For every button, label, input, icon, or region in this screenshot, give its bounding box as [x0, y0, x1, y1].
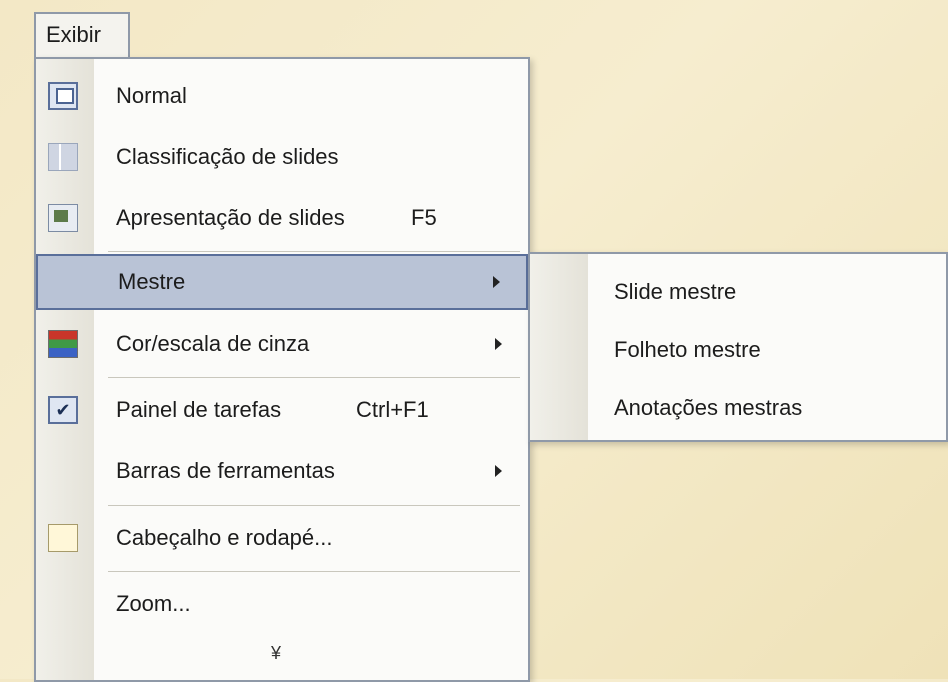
normal-view-icon: [48, 82, 78, 110]
submenu-item-label: Anotações mestras: [614, 395, 803, 420]
menu-expand-button[interactable]: ¥: [36, 633, 528, 673]
submenu-item-slide-mestre[interactable]: Slide mestre: [530, 262, 946, 322]
submenu-arrow-icon: [493, 276, 500, 288]
checkmark-icon: ✔: [48, 396, 78, 424]
menu-item-slide-show[interactable]: Apresentação de slides F5: [36, 189, 528, 247]
menu-item-label: Mestre: [118, 269, 186, 294]
slide-show-icon: [48, 204, 78, 232]
menu-item-label: Barras de ferramentas: [116, 458, 335, 483]
menu-item-label: Painel de tarefas: [116, 397, 282, 422]
menu-separator: [108, 251, 520, 252]
color-grayscale-icon: [48, 330, 78, 358]
menu-item-label: Cabeçalho e rodapé...: [116, 525, 333, 550]
menu-separator: [108, 377, 520, 378]
menu-item-toolbars[interactable]: Barras de ferramentas: [36, 442, 528, 500]
menu-item-task-pane[interactable]: ✔ Painel de tarefas Ctrl+F1: [36, 381, 528, 439]
menu-item-label: Apresentação de slides: [116, 205, 345, 230]
menu-exibir-tab[interactable]: Exibir: [34, 12, 130, 58]
menu-item-shortcut: Ctrl+F1: [356, 397, 429, 422]
menu-item-zoom[interactable]: Zoom...: [36, 575, 528, 633]
menu-item-normal[interactable]: Normal: [36, 67, 528, 125]
menu-item-color-grayscale[interactable]: Cor/escala de cinza: [36, 315, 528, 373]
menu-item-label: Normal: [116, 83, 187, 108]
expand-chevron-icon: ¥: [271, 643, 282, 663]
menu-item-mestre[interactable]: Mestre: [36, 254, 528, 310]
menu-separator: [108, 571, 520, 572]
submenu-arrow-icon: [495, 338, 502, 350]
submenu-item-folheto-mestre[interactable]: Folheto mestre: [530, 320, 946, 380]
submenu-item-label: Slide mestre: [614, 279, 737, 304]
view-menu-dropdown: Normal Classificação de slides Apresenta…: [34, 57, 530, 682]
menu-item-slide-sorter[interactable]: Classificação de slides: [36, 128, 528, 186]
menu-separator: [108, 505, 520, 506]
menu-item-header-footer[interactable]: Cabeçalho e rodapé...: [36, 509, 528, 567]
submenu-item-label: Folheto mestre: [614, 337, 761, 362]
submenu-arrow-icon: [495, 465, 502, 477]
header-footer-icon: [48, 524, 78, 552]
menu-exibir-label: Exibir: [46, 22, 102, 47]
submenu-item-anotacoes-mestras[interactable]: Anotações mestras: [530, 378, 946, 438]
menu-item-label: Classificação de slides: [116, 144, 339, 169]
menu-item-label: Cor/escala de cinza: [116, 331, 310, 356]
slide-sorter-icon: [48, 143, 78, 171]
menu-item-shortcut: F5: [411, 205, 437, 230]
mestre-submenu: Slide mestre Folheto mestre Anotações me…: [528, 252, 948, 442]
menu-item-label: Zoom...: [116, 591, 191, 616]
